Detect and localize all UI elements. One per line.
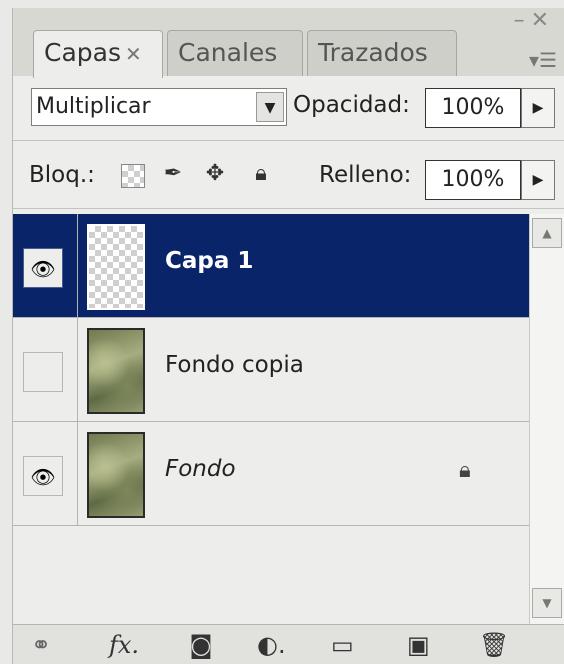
window-controls: –✕ — [514, 8, 555, 33]
layer-thumbnail — [87, 224, 145, 310]
layer-mask-icon[interactable]: ◙ — [185, 629, 217, 661]
tab-trazados[interactable]: Trazados — [307, 30, 457, 76]
panel-menu-icon[interactable]: ▾☰ — [529, 48, 557, 72]
lock-image-pixels-icon[interactable]: ✒ — [161, 162, 185, 186]
fill-field[interactable]: 100% — [425, 160, 521, 200]
visibility-eye-icon[interactable]: 👁︎ — [23, 248, 63, 288]
tab-bar: Capas ✕ Canales Trazados –✕ ▾☰ — [13, 8, 564, 78]
layer-name[interactable]: Fondo — [165, 456, 236, 482]
tab-capas-label: Capas — [44, 38, 121, 67]
layer-row-fondo-copia[interactable]: Fondo copia — [13, 318, 529, 422]
layer-thumbnail — [87, 432, 145, 518]
row-divider — [77, 214, 78, 318]
opacity-slider-button[interactable]: ▶ — [521, 88, 555, 128]
opacity-field[interactable]: 100% — [425, 88, 521, 128]
lock-transparent-pixels-icon[interactable] — [121, 164, 145, 188]
layer-name[interactable]: Fondo copia — [165, 352, 304, 378]
tab-trazados-label: Trazados — [318, 38, 428, 67]
scroll-up-icon[interactable]: ▲ — [532, 218, 562, 248]
blend-mode-value: Multiplicar — [36, 94, 151, 119]
layer-row-fondo[interactable]: 👁︎ Fondo 🔒︎ — [13, 422, 529, 526]
visibility-toggle-empty[interactable] — [23, 352, 63, 392]
visibility-eye-icon[interactable]: 👁︎ — [23, 456, 63, 496]
scroll-down-icon[interactable]: ▼ — [532, 588, 562, 618]
new-group-folder-icon[interactable]: ▭ — [331, 629, 354, 661]
scrollbar[interactable]: ▲ ▼ — [529, 214, 564, 624]
adjustment-layer-icon[interactable]: ◐. — [257, 629, 286, 661]
opacity-label: Opacidad: — [293, 92, 410, 118]
trash-icon[interactable]: 🗑︎ — [479, 629, 509, 661]
layers-list: 👁︎ Capa 1 Fondo copia 👁︎ Fondo 🔒︎ — [13, 214, 529, 624]
link-layers-icon[interactable]: ⚭ — [31, 629, 51, 661]
divider — [13, 140, 564, 141]
layer-style-fx-icon[interactable]: fx. — [109, 629, 139, 661]
lock-label: Bloq.: — [29, 162, 95, 188]
lock-icon: 🔒︎ — [459, 458, 471, 483]
bottom-toolbar: ⚭ fx. ◙ ◐. ▭ ▣ 🗑︎ — [13, 624, 564, 664]
close-tab-icon[interactable]: ✕ — [125, 42, 142, 66]
divider — [13, 208, 564, 209]
tab-canales-label: Canales — [178, 38, 278, 67]
row-divider — [77, 318, 78, 422]
lock-all-icon[interactable]: 🔒︎ — [249, 162, 273, 186]
minimize-icon[interactable]: – — [514, 8, 531, 33]
fill-slider-button[interactable]: ▶ — [521, 160, 555, 200]
layers-panel: Capas ✕ Canales Trazados –✕ ▾☰ Multiplica… — [12, 8, 564, 664]
close-panel-icon[interactable]: ✕ — [531, 8, 555, 33]
row-divider — [77, 422, 78, 526]
layer-thumbnail — [87, 328, 145, 414]
layer-row-capa-1[interactable]: 👁︎ Capa 1 — [13, 214, 529, 318]
lock-position-icon[interactable]: ✥ — [203, 162, 227, 186]
fill-label: Relleno: — [319, 162, 412, 188]
blend-mode-select[interactable]: Multiplicar ▼ — [31, 88, 287, 126]
tab-canales[interactable]: Canales — [167, 30, 303, 76]
layer-name[interactable]: Capa 1 — [165, 248, 253, 274]
chevron-down-icon[interactable]: ▼ — [256, 92, 284, 122]
tab-capas[interactable]: Capas ✕ — [33, 30, 163, 78]
new-layer-icon[interactable]: ▣ — [407, 629, 430, 661]
